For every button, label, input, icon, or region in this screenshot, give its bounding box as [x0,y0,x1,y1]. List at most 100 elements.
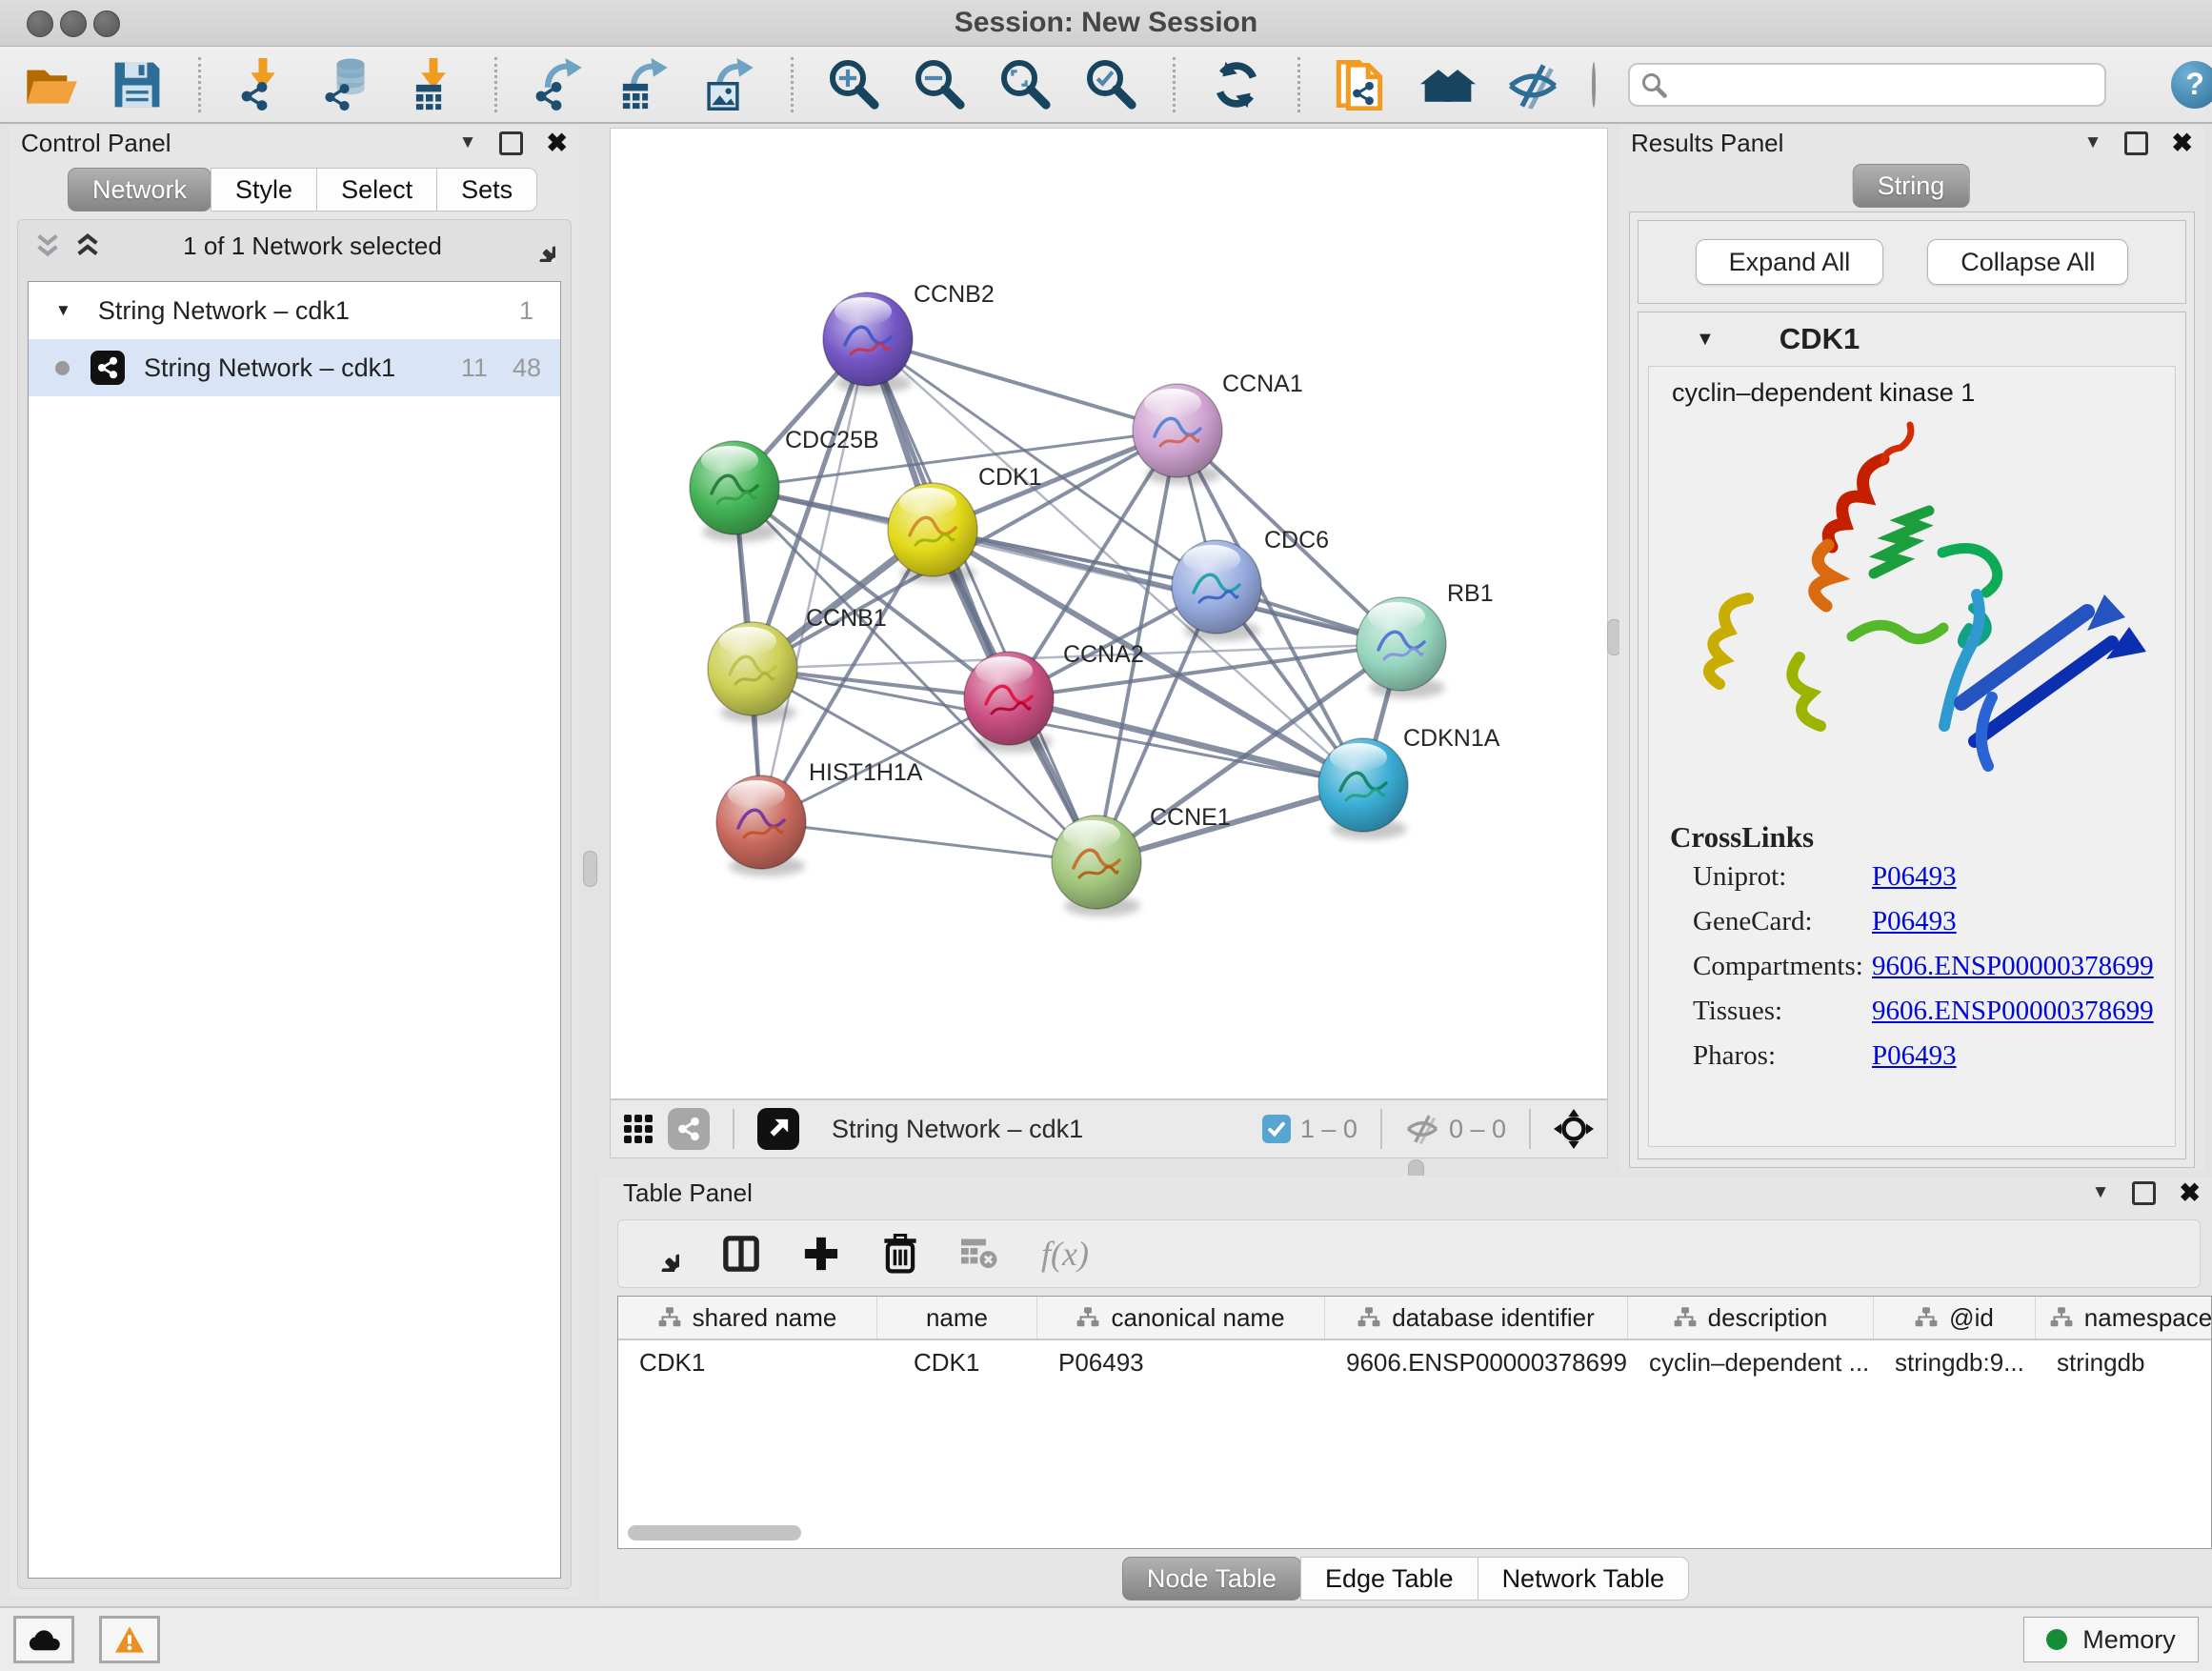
panel-menu-icon[interactable]: ▼ [2092,1182,2110,1203]
tab-string[interactable]: String [1853,164,1970,208]
export-table-icon[interactable] [617,58,671,111]
network-node-CCNB2[interactable] [823,292,913,393]
zoom-fit-icon[interactable] [999,58,1053,111]
column-header[interactable]: description [1628,1297,1874,1339]
show-all-icon[interactable] [1592,62,1596,108]
tab-select[interactable]: Select [316,168,437,211]
tab-node-table[interactable]: Node Table [1122,1557,1301,1601]
crosshair-icon[interactable] [1554,1109,1594,1149]
panel-menu-icon[interactable]: ▼ [459,132,477,153]
network-view-canvas[interactable]: CCNB2CCNA1CDC25BCDK1CDC6RB1CCNB1CCNA2CDK… [610,128,1608,1099]
crosslink-row: GeneCard: P06493 [1649,899,2175,944]
uniprot-link[interactable]: P06493 [1872,855,1957,899]
selected-checkbox-icon[interactable] [1262,1115,1291,1143]
node-table: shared name name canonical name database… [617,1296,2212,1549]
results-panel: Results Panel ▼ ✖ String Expand All Coll… [1619,126,2204,1172]
tissues-link[interactable]: 9606.ENSP00000378699 [1872,989,2154,1034]
table-settings-gear-icon[interactable] [643,1236,679,1272]
duplicate-network-icon[interactable] [1335,58,1388,111]
genecard-link[interactable]: P06493 [1872,899,1957,944]
panel-float-icon[interactable] [2132,1181,2156,1205]
open-session-icon[interactable] [25,58,78,111]
show-columns-icon[interactable] [723,1236,759,1272]
column-header[interactable]: canonical name [1037,1297,1325,1339]
delete-table-icon[interactable] [961,1238,997,1269]
table-panel-title: Table Panel [623,1178,753,1208]
network-node-CDKN1A[interactable] [1318,738,1408,839]
tree-expand-icon[interactable]: ▼ [55,301,71,320]
control-panel: Control Panel ▼ ✖ Network Style Select S… [10,126,579,1597]
column-header[interactable]: namespace [2036,1297,2212,1339]
panel-close-icon[interactable]: ✖ [2179,1178,2201,1208]
import-table-icon[interactable] [407,58,460,111]
network-row-label: String Network – cdk1 [144,353,395,383]
section-collapse-icon[interactable]: ▼ [1696,329,1715,351]
panel-menu-icon[interactable]: ▼ [2084,132,2102,153]
compartments-link[interactable]: 9606.ENSP00000378699 [1872,944,2154,989]
svg-text:CDC6: CDC6 [1264,527,1329,554]
refresh-icon[interactable] [1210,58,1263,111]
tab-network-table[interactable]: Network Table [1478,1557,1690,1601]
network-node-CCNB1[interactable] [708,622,797,723]
window-zoom-button[interactable] [93,10,120,37]
warnings-button[interactable] [99,1616,160,1663]
panel-close-icon[interactable]: ✖ [2171,129,2193,158]
cloud-button[interactable] [13,1616,74,1663]
options-gear-icon[interactable] [523,230,555,262]
hide-selected-icon[interactable] [1506,58,1559,111]
network-collection-row[interactable]: ▼ String Network – cdk1 1 [29,282,560,339]
zoom-selected-icon[interactable] [1085,58,1138,111]
panel-float-icon[interactable] [499,131,523,155]
column-header[interactable]: database identifier [1325,1297,1628,1339]
zoom-out-icon[interactable] [914,58,967,111]
cdk1-section: ▼ CDK1 cyclin–dependent kinase 1 [1638,312,2186,1159]
collapse-all-icon[interactable] [33,232,62,260]
window-close-button[interactable] [27,10,53,37]
column-header[interactable]: name [877,1297,1037,1339]
network-node-CCNA1[interactable] [1133,384,1222,485]
collection-label: String Network – cdk1 [98,296,350,326]
table-panel: Table Panel ▼ ✖ f(x) shared name name ca… [600,1176,2212,1604]
search-input[interactable] [1628,63,2106,107]
network-row[interactable]: String Network – cdk1 11 48 [29,339,560,396]
network-share-icon[interactable] [668,1108,710,1150]
export-image-icon[interactable] [703,58,756,111]
first-neighbors-icon[interactable] [1420,58,1474,111]
network-canvas-svg: CCNB2CCNA1CDC25BCDK1CDC6RB1CCNB1CCNA2CDK… [611,129,1607,1098]
save-session-icon[interactable] [111,58,164,111]
network-view-title: String Network – cdk1 [832,1115,1083,1144]
import-database-icon[interactable] [321,58,374,111]
network-node-RB1[interactable] [1357,597,1446,698]
collapse-all-button[interactable]: Collapse All [1927,239,2128,285]
left-splitter-handle[interactable] [583,851,597,887]
memory-button[interactable]: Memory [2023,1617,2199,1662]
tab-sets[interactable]: Sets [436,168,537,211]
panel-float-icon[interactable] [2124,131,2148,155]
delete-column-icon[interactable] [883,1234,917,1274]
panel-close-icon[interactable]: ✖ [546,129,568,158]
column-header[interactable]: @id [1874,1297,2036,1339]
birdseye-toggle-icon[interactable] [757,1108,799,1150]
hidden-eye-icon [1405,1114,1439,1144]
import-network-icon[interactable] [235,58,289,111]
expand-all-button[interactable]: Expand All [1696,239,1884,285]
add-column-icon[interactable] [803,1236,839,1272]
horizontal-scrollbar-thumb[interactable] [628,1525,801,1540]
function-builder-icon[interactable]: f(x) [1041,1234,1089,1274]
tab-style[interactable]: Style [211,168,317,211]
help-button[interactable]: ? [2171,61,2212,109]
window-minimize-button[interactable] [60,10,87,37]
thumbnail-grid-icon[interactable] [624,1115,653,1143]
network-node-CCNE1[interactable] [1052,815,1141,916]
network-node-HIST1H1A[interactable] [716,775,806,876]
network-node-CDK1[interactable] [888,483,977,584]
tab-network[interactable]: Network [68,168,211,211]
expand-all-icon[interactable] [73,232,102,260]
zoom-in-icon[interactable] [828,58,881,111]
table-row[interactable]: CDK1 CDK1 P06493 9606.ENSP00000378699 cy… [618,1340,2211,1384]
pharos-link[interactable]: P06493 [1872,1034,1957,1078]
column-header[interactable]: shared name [618,1297,877,1339]
network-node-CDC25B[interactable] [690,441,779,542]
export-network-icon[interactable] [532,58,585,111]
tab-edge-table[interactable]: Edge Table [1300,1557,1478,1601]
